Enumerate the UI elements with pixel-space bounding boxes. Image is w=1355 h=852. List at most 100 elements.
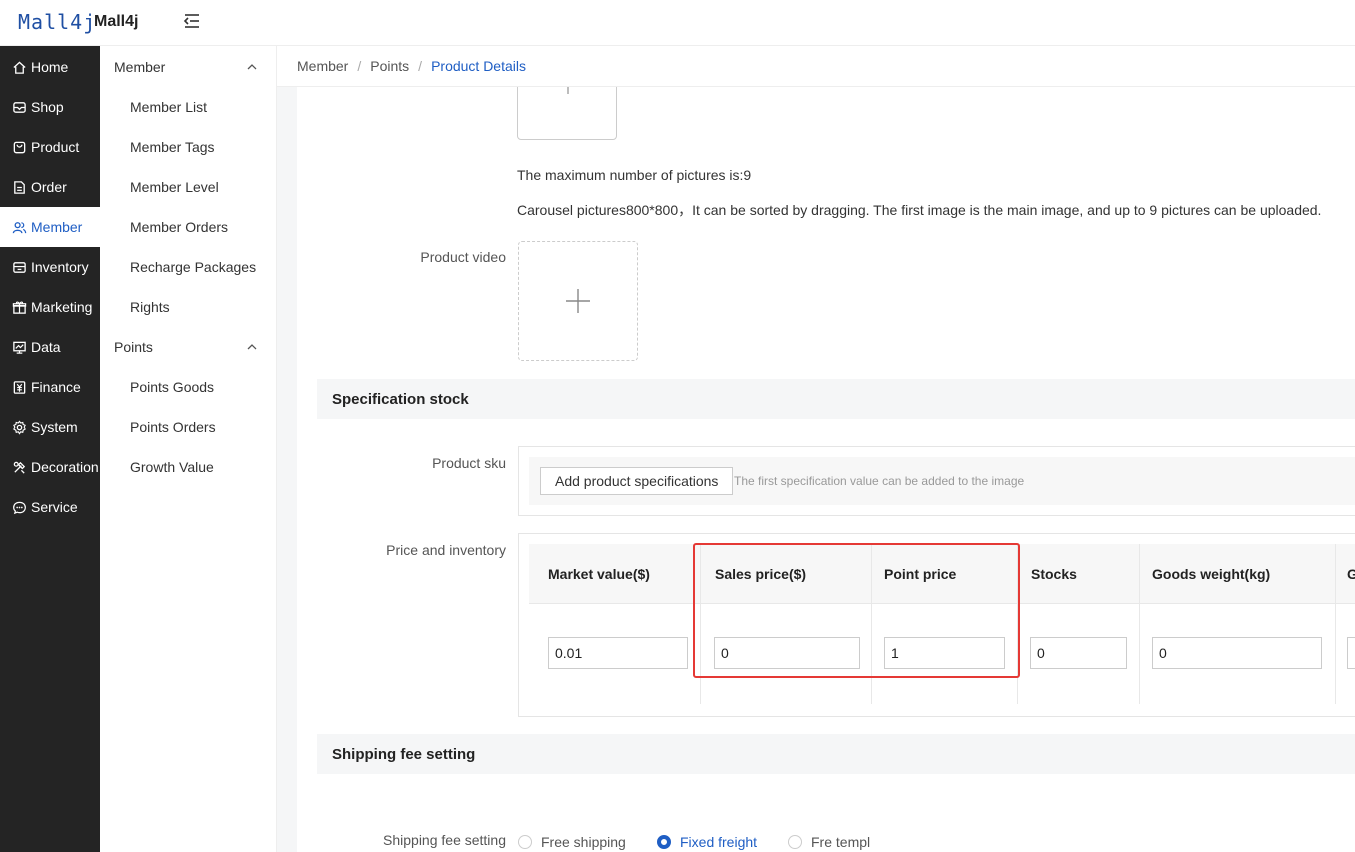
gear-icon: [13, 419, 26, 435]
product-icon: [13, 141, 26, 153]
subnav-item-rights[interactable]: Rights: [130, 287, 170, 327]
nav-item-data[interactable]: Data: [0, 327, 100, 367]
column-header-goods-weight: Goods weight(kg): [1140, 544, 1336, 604]
nav-label: Order: [31, 179, 67, 195]
column-header-truncated: G: [1336, 544, 1355, 604]
nav-label: Decoration: [31, 459, 99, 475]
video-upload-box[interactable]: [518, 241, 638, 361]
point-price-input[interactable]: [884, 637, 1005, 669]
specification-hint: The first specification value can be add…: [734, 474, 1025, 488]
nav-label: Marketing: [31, 299, 93, 315]
radio-fixed-freight[interactable]: Fixed freight: [657, 834, 757, 850]
breadcrumb-member[interactable]: Member: [297, 58, 348, 74]
breadcrumb-separator: /: [357, 58, 362, 74]
breadcrumb-product-details: Product Details: [431, 58, 526, 74]
radio-freight-template[interactable]: Fre templ: [788, 834, 870, 850]
column-header-point-price: Point price: [872, 544, 1018, 604]
nav-item-inventory[interactable]: Inventory: [0, 247, 100, 287]
subnav-item-recharge-packages[interactable]: Recharge Packages: [130, 247, 256, 287]
radio-label: Free shipping: [541, 834, 626, 850]
subnav-item-member-level[interactable]: Member Level: [130, 167, 219, 207]
breadcrumb: Member / Points / Product Details: [277, 46, 1355, 87]
nav-label: Finance: [31, 379, 81, 395]
market-value-input[interactable]: [548, 637, 688, 669]
logo: Mall4j: [18, 10, 97, 34]
nav-label: Member: [31, 219, 83, 235]
nav-item-shop[interactable]: Shop: [0, 87, 100, 127]
table-cell: [1336, 604, 1355, 704]
breadcrumb-points[interactable]: Points: [370, 58, 409, 74]
nav-item-marketing[interactable]: Marketing: [0, 287, 100, 327]
decoration-icon: [13, 461, 26, 474]
price-inventory-panel: Market value($) Sales price($) Point pri…: [518, 533, 1355, 717]
product-video-label: Product video: [420, 249, 506, 265]
home-icon: [13, 60, 26, 74]
content-gutter: [277, 87, 297, 852]
subnav-group-member[interactable]: Member: [114, 47, 264, 87]
radio-label: Fre templ: [811, 834, 871, 850]
subnav-item-member-tags[interactable]: Member Tags: [130, 127, 215, 167]
price-inventory-label: Price and inventory: [386, 542, 506, 558]
order-icon: [14, 180, 25, 194]
main-content: The maximum number of pictures is:9 Caro…: [277, 87, 1355, 852]
top-bar: Mall4j Mall4j: [0, 0, 1355, 46]
table-cell: [1018, 604, 1140, 704]
chart-icon: [13, 341, 26, 354]
subnav-item-points-orders[interactable]: Points Orders: [130, 407, 216, 447]
nav-label: Data: [31, 339, 61, 355]
shop-icon: [13, 101, 26, 113]
nav-item-member[interactable]: Member: [0, 207, 100, 247]
nav-item-service[interactable]: Service: [0, 487, 100, 527]
chat-icon: [13, 501, 26, 514]
subnav-item-points-goods[interactable]: Points Goods: [130, 367, 214, 407]
subnav-item-growth-value[interactable]: Growth Value: [130, 447, 214, 487]
radio-free-shipping[interactable]: Free shipping: [518, 834, 626, 850]
primary-nav: Home Shop Product Order Member Inventory…: [0, 46, 100, 852]
subnav-group-points[interactable]: Points: [114, 327, 264, 367]
brand-name: Mall4j: [94, 13, 139, 30]
max-pictures-note: The maximum number of pictures is:9: [517, 167, 752, 183]
shipping-fee-header: Shipping fee setting: [317, 734, 1355, 774]
nav-item-product[interactable]: Product: [0, 127, 100, 167]
chevron-up-icon: [247, 344, 257, 350]
radio-indicator: [657, 835, 671, 849]
sales-price-input[interactable]: [714, 637, 860, 669]
stocks-input[interactable]: [1030, 637, 1127, 669]
specification-stock-header: Specification stock: [317, 379, 1355, 419]
menu-collapse-icon[interactable]: [182, 12, 202, 30]
nav-item-finance[interactable]: Finance: [0, 367, 100, 407]
image-upload-box[interactable]: [517, 87, 617, 140]
column-header-sales-price: Sales price($): [701, 544, 872, 604]
subnav-item-member-list[interactable]: Member List: [130, 87, 207, 127]
chevron-up-icon: [247, 64, 257, 70]
nav-label: Inventory: [31, 259, 89, 275]
product-sku-label: Product sku: [432, 455, 506, 471]
plus-icon: [566, 289, 590, 313]
table-cell: [701, 604, 872, 704]
table-cell: [1140, 604, 1336, 704]
sku-panel: Add product specifications The first spe…: [518, 446, 1355, 516]
price-inventory-table: Market value($) Sales price($) Point pri…: [529, 544, 1355, 706]
nav-item-system[interactable]: System: [0, 407, 100, 447]
plus-icon: [567, 87, 569, 94]
goods-weight-input[interactable]: [1152, 637, 1322, 669]
add-specifications-button[interactable]: Add product specifications: [540, 467, 734, 495]
secondary-nav: Member Member List Member Tags Member Le…: [100, 46, 277, 852]
nav-label: Home: [31, 59, 69, 75]
table-cell: [529, 604, 701, 704]
radio-indicator: [788, 835, 802, 849]
nav-item-home[interactable]: Home: [0, 47, 100, 87]
nav-label: Service: [31, 499, 78, 515]
nav-item-order[interactable]: Order: [0, 167, 100, 207]
subnav-group-label: Points: [114, 339, 153, 355]
radio-label: Fixed freight: [680, 834, 758, 850]
column-header-market-value: Market value($): [529, 544, 701, 604]
subnav-item-member-orders[interactable]: Member Orders: [130, 207, 228, 247]
sku-toolbar: Add product specifications The first spe…: [529, 457, 1355, 505]
finance-icon: [13, 380, 26, 394]
truncated-input[interactable]: [1347, 637, 1355, 669]
member-icon: [12, 221, 27, 233]
table-cell: [872, 604, 1018, 704]
nav-item-decoration[interactable]: Decoration: [0, 447, 100, 487]
subnav-group-label: Member: [114, 59, 166, 75]
